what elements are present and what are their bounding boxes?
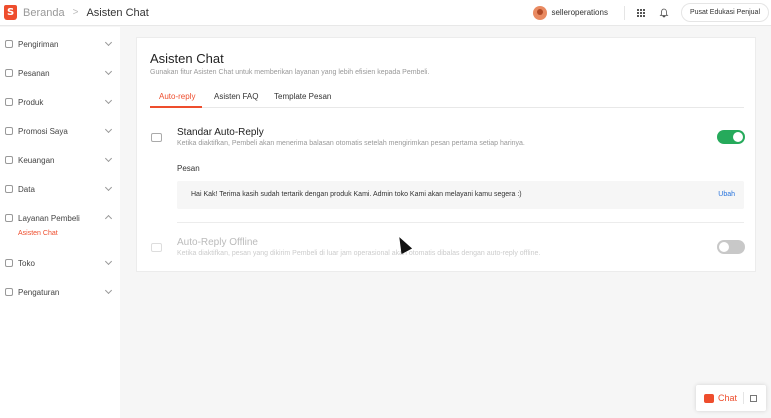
active-tab-indicator	[150, 106, 202, 108]
page-title: Asisten Chat	[150, 51, 224, 66]
seller-education-button[interactable]: Pusat Edukasi Penjual	[680, 3, 769, 22]
wallet-icon	[5, 156, 13, 164]
chart-icon	[5, 185, 13, 193]
chat-widget[interactable]: Chat	[696, 385, 766, 411]
apps-grid-icon[interactable]	[636, 8, 645, 17]
standard-autoreply-toggle[interactable]	[717, 130, 745, 144]
sidebar-item-label: Keuangan	[18, 155, 55, 165]
sidebar-item-label: Pesanan	[18, 68, 50, 78]
tab-bar: Auto-reply Asisten FAQ Template Pesan	[150, 85, 744, 108]
chevron-down-icon	[104, 183, 113, 192]
sidebar-item-pengiriman[interactable]: Pengiriman	[0, 37, 120, 51]
sidebar-item-data[interactable]: Data	[0, 182, 120, 196]
offline-reply-icon	[151, 243, 162, 252]
page-subtitle: Gunakan fitur Asisten Chat untuk memberi…	[150, 69, 430, 76]
sidebar-item-label: Data	[18, 184, 35, 194]
sidebar-subitem-asisten-chat[interactable]: Asisten Chat	[18, 230, 58, 237]
sidebar-item-label: Toko	[18, 258, 35, 268]
auto-reply-card: Asisten Chat Gunakan fitur Asisten Chat …	[136, 37, 756, 272]
popout-icon[interactable]	[750, 394, 758, 402]
breadcrumb: Beranda > Asisten Chat	[4, 5, 149, 20]
gear-icon	[5, 288, 13, 296]
section-divider	[177, 222, 744, 223]
toggle-knob	[719, 242, 729, 252]
toggle-knob	[733, 132, 743, 142]
sidebar-item-produk[interactable]: Produk	[0, 95, 120, 109]
top-header: Beranda > Asisten Chat selleroperations …	[0, 0, 771, 26]
offline-autoreply-title: Auto-Reply Offline	[177, 237, 258, 248]
truck-icon	[5, 40, 13, 48]
chevron-down-icon	[104, 67, 113, 76]
shopee-logo-icon[interactable]	[4, 5, 17, 20]
sidebar-item-label: Produk	[18, 97, 44, 107]
bell-icon[interactable]	[659, 8, 669, 18]
offline-autoreply-toggle[interactable]	[717, 240, 745, 254]
standard-autoreply-description: Ketika diaktifkan, Pembeli akan menerima…	[177, 140, 525, 147]
message-label: Pesan	[177, 164, 200, 173]
sidebar: Pengiriman Pesanan Produk Promosi Saya K…	[0, 27, 120, 418]
chevron-down-icon	[104, 257, 113, 266]
chevron-down-icon	[104, 154, 113, 163]
tab-auto-reply[interactable]: Auto-reply	[159, 92, 195, 101]
chevron-down-icon	[104, 96, 113, 105]
sidebar-item-toko[interactable]: Toko	[0, 256, 120, 270]
chevron-down-icon	[104, 38, 113, 47]
tab-template-pesan[interactable]: Template Pesan	[274, 92, 331, 101]
sidebar-item-layanan-pembeli[interactable]: Layanan Pembeli	[0, 211, 120, 225]
breadcrumb-separator: >	[72, 7, 79, 18]
reply-icon	[151, 133, 162, 142]
edit-message-link[interactable]: Ubah	[718, 191, 735, 198]
sidebar-item-pesanan[interactable]: Pesanan	[0, 66, 120, 80]
sidebar-item-label: Promosi Saya	[18, 126, 68, 136]
offline-autoreply-description: Ketika diaktifkan, pesan yang dikirim Pe…	[177, 250, 541, 257]
chevron-down-icon	[104, 286, 113, 295]
message-box: Hai Kak! Terima kasih sudah tertarik den…	[177, 181, 744, 209]
chat-bubble-icon	[704, 393, 714, 403]
order-icon	[5, 69, 13, 77]
support-icon	[5, 214, 13, 222]
store-icon	[5, 259, 13, 267]
username[interactable]: selleroperations	[551, 8, 607, 17]
breadcrumb-home[interactable]: Beranda	[23, 7, 65, 19]
chevron-down-icon	[104, 125, 113, 134]
header-divider	[623, 5, 625, 20]
sidebar-item-label: Layanan Pembeli	[18, 213, 80, 223]
tag-icon	[5, 127, 13, 135]
chat-divider	[743, 392, 745, 404]
tab-asisten-faq[interactable]: Asisten FAQ	[214, 92, 258, 101]
chevron-up-icon	[104, 214, 113, 223]
chat-label: Chat	[718, 393, 738, 403]
breadcrumb-current: Asisten Chat	[86, 6, 149, 19]
sidebar-item-promosi[interactable]: Promosi Saya	[0, 124, 120, 138]
box-icon	[5, 98, 13, 106]
sidebar-item-label: Pengiriman	[18, 39, 59, 49]
avatar[interactable]	[533, 5, 548, 20]
sidebar-item-label: Pengaturan	[18, 287, 60, 297]
message-text: Hai Kak! Terima kasih sudah tertarik den…	[191, 191, 522, 198]
sidebar-item-pengaturan[interactable]: Pengaturan	[0, 285, 120, 299]
standard-autoreply-title: Standar Auto-Reply	[177, 127, 264, 138]
sidebar-item-keuangan[interactable]: Keuangan	[0, 153, 120, 167]
